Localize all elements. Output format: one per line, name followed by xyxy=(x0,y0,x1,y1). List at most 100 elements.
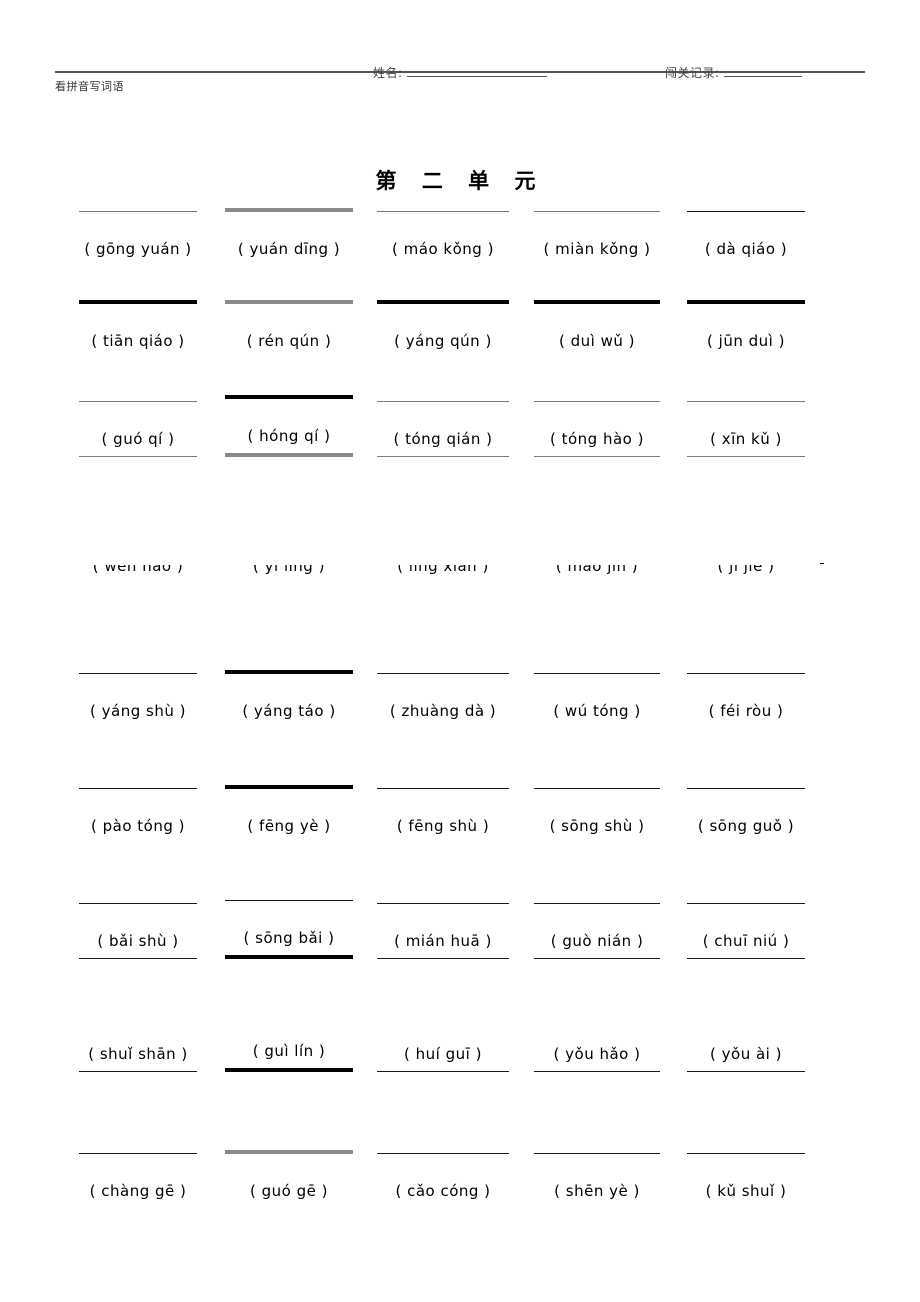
answer-write-line[interactable] xyxy=(687,401,805,402)
answer-write-line[interactable] xyxy=(687,788,805,789)
word-cell: ( huí guī ) xyxy=(364,1043,522,1072)
answer-write-line[interactable] xyxy=(534,401,660,402)
pinyin-prompt: ( fēng shù ) xyxy=(396,817,490,835)
answer-write-line[interactable] xyxy=(377,1153,509,1154)
pinyin-prompt: ( chàng gē ) xyxy=(89,1182,187,1200)
answer-write-line[interactable] xyxy=(225,208,353,212)
pinyin-prompt: ( yáng shù ) xyxy=(90,702,186,720)
answer-write-line[interactable] xyxy=(687,456,805,457)
word-cell: ( máo jīn ) xyxy=(522,554,682,577)
name-input-blank[interactable] xyxy=(406,63,547,77)
answer-write-line[interactable] xyxy=(225,900,353,901)
page-header: 看拼音写词语 姓名: 闯关记录: xyxy=(55,58,865,104)
answer-write-line[interactable] xyxy=(225,670,353,674)
name-label: 姓名: xyxy=(373,66,403,80)
answer-write-line[interactable] xyxy=(687,1153,805,1154)
answer-write-line[interactable] xyxy=(687,1071,805,1072)
answer-write-line[interactable] xyxy=(225,453,353,457)
answer-write-line[interactable] xyxy=(79,1071,197,1072)
answer-write-line[interactable] xyxy=(377,673,509,674)
answer-write-line[interactable] xyxy=(79,958,197,959)
answer-write-line[interactable] xyxy=(79,903,197,904)
answer-write-line[interactable] xyxy=(687,300,805,304)
pinyin-prompt: ( féi ròu ) xyxy=(708,702,784,720)
pinyin-prompt: ( guò nián ) xyxy=(550,932,644,950)
word-cell: ( guó qí ) xyxy=(62,401,214,457)
answer-write-line[interactable] xyxy=(534,788,660,789)
answer-write-line[interactable] xyxy=(79,788,197,789)
answer-write-line[interactable] xyxy=(534,958,660,959)
word-cell: ( féi ròu ) xyxy=(672,673,820,722)
pinyin-prompt: ( zhuàng dà ) xyxy=(389,702,497,720)
answer-write-line[interactable] xyxy=(534,673,660,674)
word-cell: ( dà qiáo ) xyxy=(672,211,820,260)
word-cell: ( sōng shù ) xyxy=(522,788,672,837)
pinyin-prompt: ( yuán dīng ) xyxy=(237,240,341,258)
pinyin-prompt: ( máo kǒng ) xyxy=(392,240,494,258)
name-field: 姓名: xyxy=(373,63,547,81)
answer-write-line[interactable] xyxy=(225,1068,353,1072)
word-cell: ( tóng qián ) xyxy=(364,401,522,457)
answer-write-line[interactable] xyxy=(377,456,509,457)
pinyin-prompt: ( lǐng xiān ) xyxy=(397,557,489,575)
word-cell: ( yī lǐng ) xyxy=(214,554,376,577)
answer-write-line[interactable] xyxy=(225,955,353,959)
answer-write-line[interactable] xyxy=(534,456,660,457)
pinyin-prompt: ( fēng yè ) xyxy=(247,817,331,835)
answer-write-line[interactable] xyxy=(225,395,353,399)
answer-write-line[interactable] xyxy=(377,300,509,304)
pinyin-prompt: ( tóng qián ) xyxy=(393,430,493,448)
answer-write-line[interactable] xyxy=(534,1153,660,1154)
answer-write-line[interactable] xyxy=(225,300,353,304)
answer-write-line[interactable] xyxy=(687,673,805,674)
word-cell: ( yǒu hǎo ) xyxy=(522,1043,672,1072)
answer-write-line[interactable] xyxy=(79,211,197,212)
pinyin-prompt: ( cǎo cóng ) xyxy=(395,1182,491,1200)
word-cell: ( jī jié ) xyxy=(672,554,824,577)
pinyin-prompt: ( gōng yuán ) xyxy=(84,240,192,258)
word-cell: ( chàng gē ) xyxy=(62,1153,214,1202)
pinyin-prompt: ( mián huā ) xyxy=(394,932,492,950)
word-row: ( bǎi shù ) ( sōng bǎi ) ( mián huā ) ( guò… xyxy=(62,900,862,959)
answer-write-line[interactable] xyxy=(79,1153,197,1154)
pinyin-prompt: ( miàn kǒng ) xyxy=(543,240,651,258)
word-cell: ( pào tóng ) xyxy=(62,788,214,837)
answer-write-line[interactable] xyxy=(79,673,197,674)
pinyin-prompt: ( yáng qún ) xyxy=(394,332,492,350)
word-cell: ( tiān qiáo ) xyxy=(62,300,214,352)
answer-write-line[interactable] xyxy=(225,1150,353,1154)
pinyin-prompt: ( kǔ shuǐ ) xyxy=(705,1182,787,1200)
answer-write-line[interactable] xyxy=(377,401,509,402)
answer-write-line[interactable] xyxy=(534,1071,660,1072)
pinyin-prompt: ( sōng shù ) xyxy=(549,817,645,835)
word-cell: ( yuán dīng ) xyxy=(214,208,364,260)
answer-write-line[interactable] xyxy=(534,211,660,212)
answer-write-line[interactable] xyxy=(225,785,353,789)
pinyin-prompt: ( sōng bǎi ) xyxy=(243,929,335,947)
answer-write-line[interactable] xyxy=(377,211,509,212)
answer-write-line[interactable] xyxy=(687,211,805,212)
answer-write-line[interactable] xyxy=(534,300,660,304)
answer-write-line[interactable] xyxy=(377,788,509,789)
answer-write-line[interactable] xyxy=(687,903,805,904)
word-cell: ( guó gē ) xyxy=(214,1150,364,1202)
record-input-blank[interactable] xyxy=(723,63,802,77)
word-cell: ( yáng táo ) xyxy=(214,670,364,722)
answer-write-line[interactable] xyxy=(377,1071,509,1072)
answer-write-line[interactable] xyxy=(534,903,660,904)
answer-write-line[interactable] xyxy=(79,401,197,402)
word-cell: ( wèn hào ) xyxy=(62,554,214,577)
answer-write-line[interactable] xyxy=(79,456,197,457)
answer-write-line[interactable] xyxy=(79,300,197,304)
word-cell: ( xīn kǔ ) xyxy=(672,401,820,457)
answer-write-line[interactable] xyxy=(377,903,509,904)
word-cell: ( jūn duì ) xyxy=(672,300,820,352)
word-row: ( tiān qiáo ) ( rén qún ) ( yáng qún ) ( du… xyxy=(62,300,862,352)
word-cell: ( yáng qún ) xyxy=(364,300,522,352)
word-cell: ( rén qún ) xyxy=(214,300,364,352)
answer-write-line[interactable] xyxy=(687,958,805,959)
answer-write-line[interactable] xyxy=(377,958,509,959)
word-cell: ( cǎo cóng ) xyxy=(364,1153,522,1202)
unit-title: 第 二 单 元 xyxy=(375,169,545,193)
word-row: ( gōng yuán ) ( yuán dīng ) ( máo kǒng ) ( … xyxy=(62,208,862,260)
